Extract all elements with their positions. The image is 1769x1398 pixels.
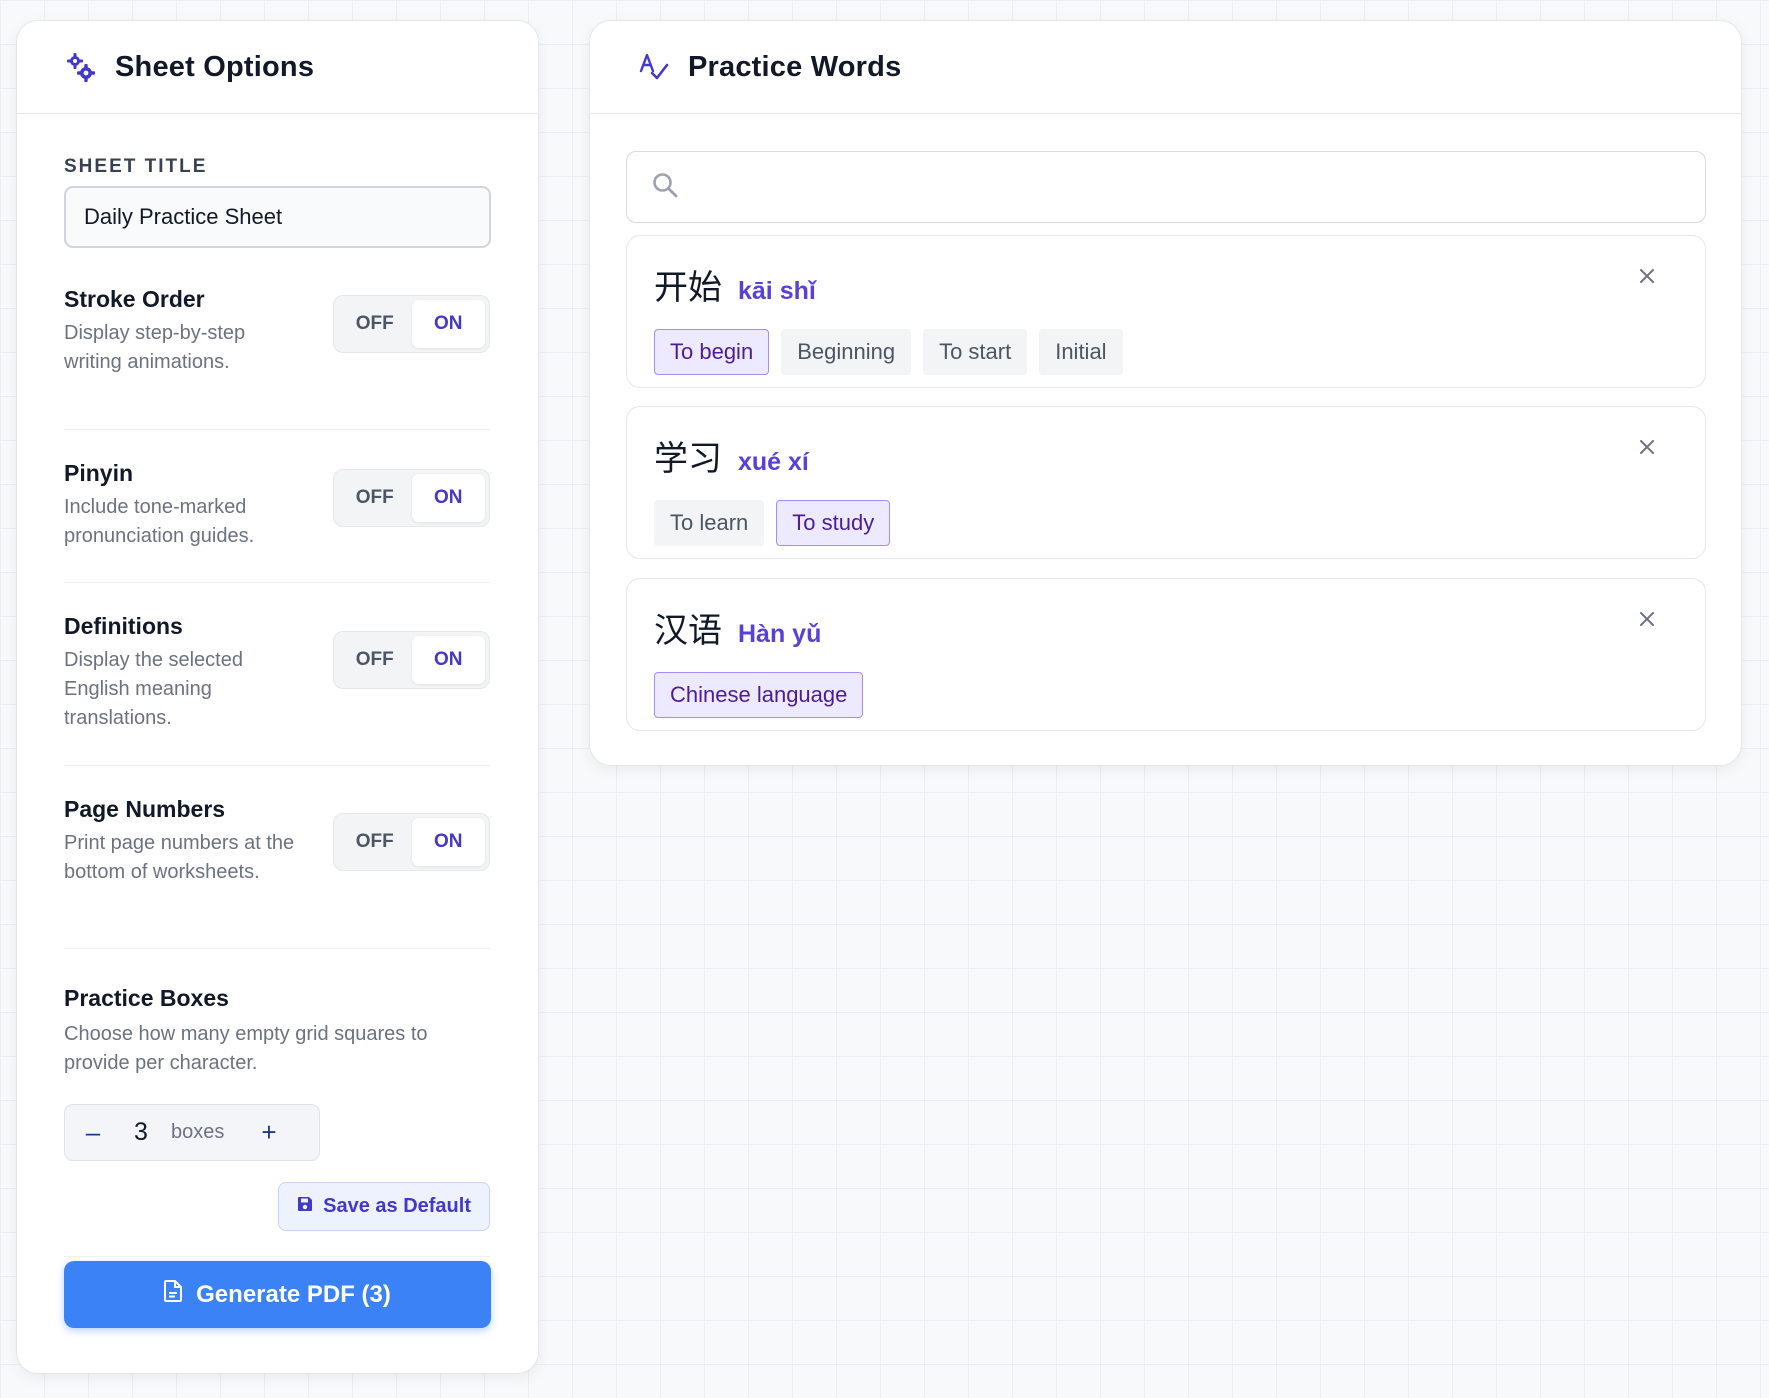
practice-words-header: Practice Words (590, 21, 1741, 114)
boxes-stepper: – 3 boxes + (64, 1104, 320, 1161)
word-card: 学习 xué xí To learn To study (626, 406, 1706, 559)
word-pinyin: Hàn yǔ (738, 620, 822, 648)
meaning-chip[interactable]: Initial (1039, 329, 1123, 375)
word-card: 汉语 Hàn yǔ Chinese language (626, 578, 1706, 731)
option-title: Pinyin (64, 460, 134, 486)
toggle-off[interactable]: OFF (338, 818, 412, 866)
pinyin-toggle[interactable]: OFF ON (333, 469, 490, 527)
meaning-chip[interactable]: To begin (654, 329, 770, 375)
practice-words-panel: Practice Words 开始 kāi shǐ To begin Begin… (589, 20, 1742, 766)
save-as-default-label: Save as Default (323, 1195, 471, 1217)
option-title: Page Numbers (64, 796, 226, 822)
word-pinyin: kāi shǐ (738, 277, 816, 305)
gears-icon (65, 51, 97, 83)
meaning-chip[interactable]: To learn (654, 500, 765, 546)
floppy-disk-icon (297, 1195, 313, 1218)
option-description: Display step-by-step writing animations. (64, 322, 246, 373)
option-description: Display the selected English meaning tra… (64, 649, 243, 729)
practice-boxes-title: Practice Boxes (64, 985, 229, 1011)
option-stroke-order: Stroke Order Display step-by-step writin… (64, 286, 490, 430)
close-icon[interactable] (1637, 437, 1657, 457)
option-page-numbers: Page Numbers Print page numbers at the b… (64, 766, 490, 949)
toggle-on[interactable]: ON (411, 636, 485, 684)
toggle-on[interactable]: ON (411, 300, 485, 348)
search-icon (651, 171, 679, 204)
option-definitions: Definitions Display the selected English… (64, 583, 490, 766)
divider (64, 1256, 490, 1257)
close-icon[interactable] (1637, 266, 1657, 286)
close-icon[interactable] (1637, 609, 1657, 629)
sheet-options-title: Sheet Options (115, 50, 315, 83)
meaning-chip[interactable]: To start (923, 329, 1028, 375)
sheet-title-label: SHEET TITLE (64, 156, 208, 177)
search-input[interactable] (693, 167, 1673, 207)
option-description: Print page numbers at the bottom of work… (64, 832, 295, 883)
toggle-off[interactable]: OFF (338, 636, 412, 684)
meaning-chip[interactable]: To study (776, 500, 891, 546)
spell-check-icon (638, 51, 670, 83)
practice-boxes-section: Practice Boxes Choose how many empty gri… (64, 949, 490, 1161)
word-hanzi: 学习 (654, 439, 722, 479)
page-numbers-toggle[interactable]: OFF ON (333, 813, 490, 871)
option-pinyin: Pinyin Include tone-marked pronunciation… (64, 430, 490, 583)
file-pdf-icon (164, 1280, 183, 1309)
boxes-count[interactable]: 3 (121, 1118, 161, 1147)
sheet-title-input[interactable] (64, 186, 491, 248)
word-hanzi: 汉语 (654, 611, 722, 651)
toggle-on[interactable]: ON (411, 818, 485, 866)
generate-pdf-button[interactable]: Generate PDF (3) (64, 1261, 491, 1328)
sheet-options-panel: Sheet Options SHEET TITLE Stroke Order D… (16, 20, 539, 1374)
sheet-options-header: Sheet Options (17, 21, 538, 114)
increment-button[interactable]: + (241, 1117, 297, 1148)
word-pinyin: xué xí (738, 448, 809, 476)
toggle-off[interactable]: OFF (338, 474, 412, 522)
word-card: 开始 kāi shǐ To begin Beginning To start I… (626, 235, 1706, 388)
toggle-off[interactable]: OFF (338, 300, 412, 348)
word-hanzi: 开始 (654, 268, 722, 308)
save-as-default-button[interactable]: Save as Default (278, 1182, 490, 1231)
meaning-chip[interactable]: Beginning (781, 329, 912, 375)
practice-words-title: Practice Words (688, 50, 902, 83)
practice-boxes-description: Choose how many empty grid squares to pr… (64, 1023, 428, 1074)
option-title: Stroke Order (64, 286, 205, 312)
meaning-chip[interactable]: Chinese language (654, 672, 864, 718)
option-description: Include tone-marked pronunciation guides… (64, 496, 255, 547)
toggle-on[interactable]: ON (411, 474, 485, 522)
option-title: Definitions (64, 613, 183, 639)
stroke-order-toggle[interactable]: OFF ON (333, 295, 490, 353)
search-field[interactable] (626, 151, 1706, 223)
definitions-toggle[interactable]: OFF ON (333, 631, 490, 689)
decrement-button[interactable]: – (65, 1117, 121, 1148)
boxes-unit: boxes (171, 1121, 225, 1143)
generate-pdf-label: Generate PDF (3) (196, 1280, 391, 1308)
